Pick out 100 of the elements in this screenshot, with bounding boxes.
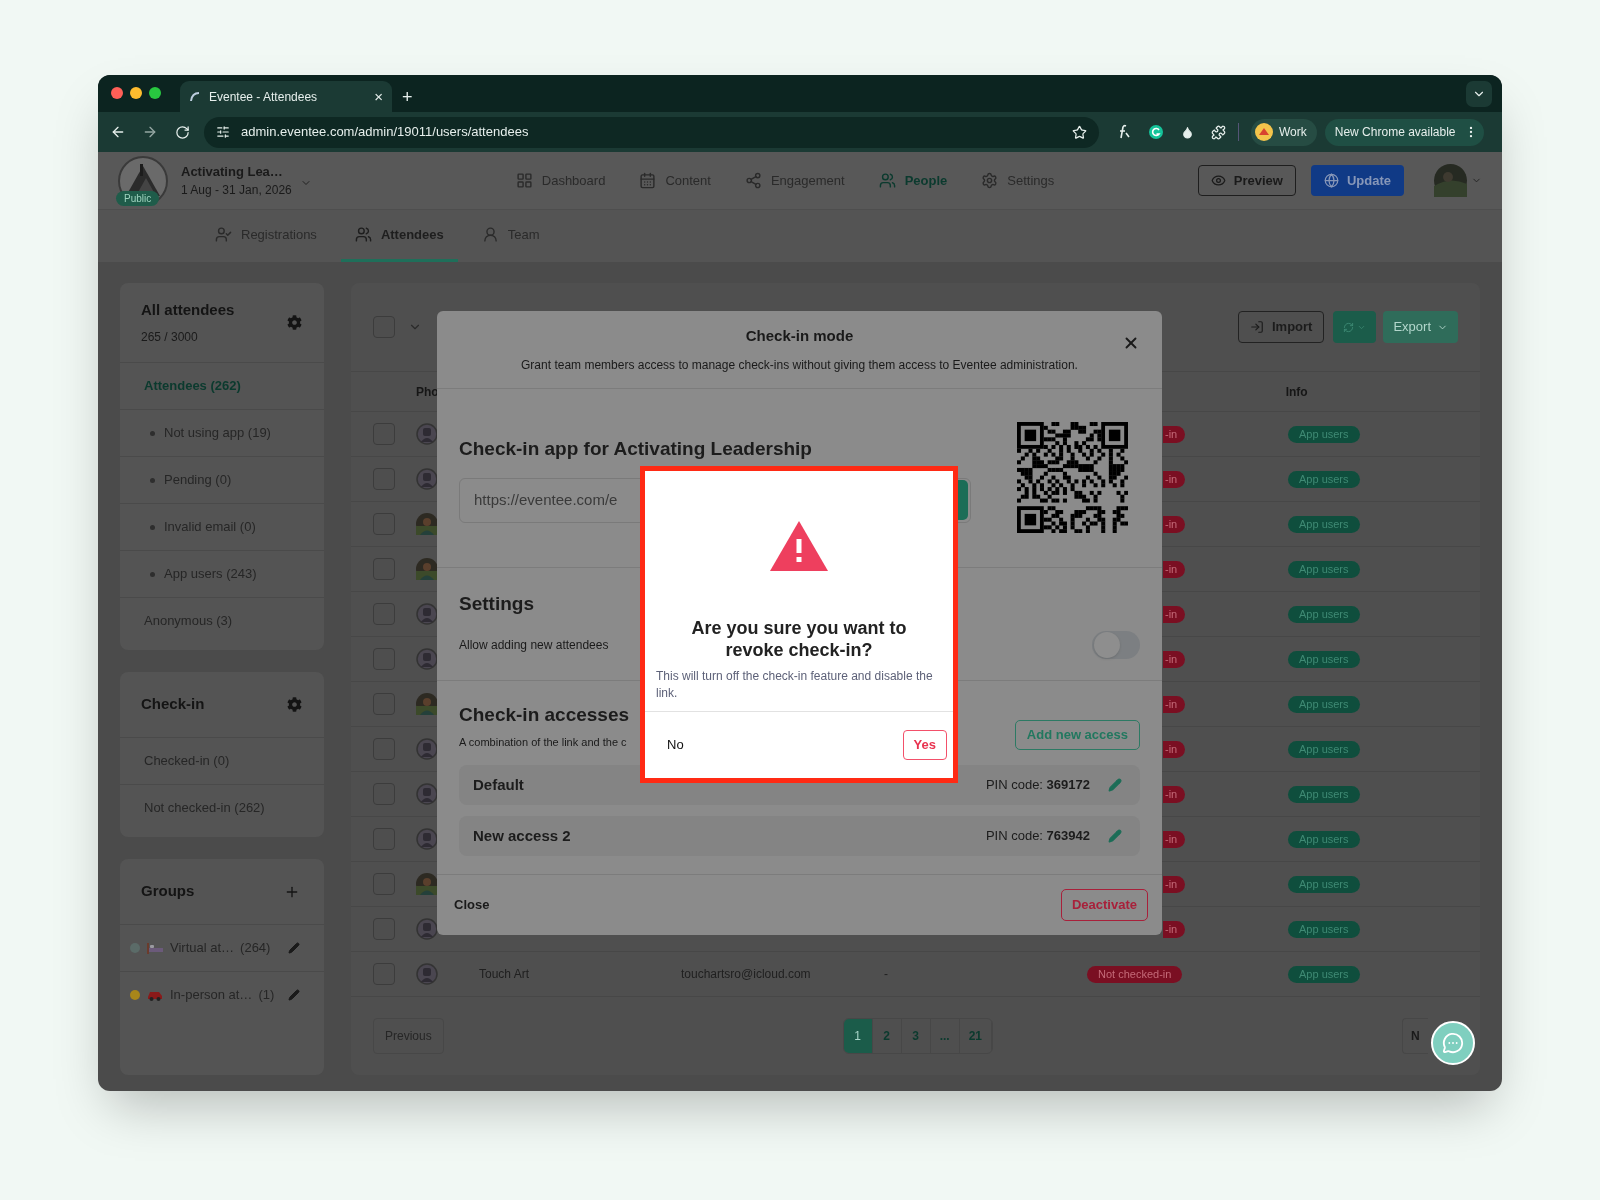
avatar-icon (416, 423, 438, 445)
avatar-icon (416, 603, 438, 625)
sync-button[interactable] (1333, 311, 1377, 343)
browser-tab[interactable]: Eventee - Attendees × (180, 81, 392, 112)
yes-button[interactable]: Yes (902, 730, 947, 760)
export-button[interactable]: Export (1383, 311, 1458, 343)
panel-title: All attendees (141, 300, 235, 321)
settings-icon[interactable] (287, 697, 302, 712)
info-tag: App users (1288, 425, 1360, 443)
info-tag: App users (1288, 650, 1360, 668)
status-tag: -in (1163, 920, 1186, 938)
info-tag: App users (1288, 695, 1360, 713)
toggle-switch[interactable] (1092, 630, 1140, 659)
nav-tab[interactable]: People (878, 170, 948, 191)
info-tag: App users (1288, 515, 1360, 533)
info-tag: App users (1288, 830, 1360, 848)
avatar-icon (416, 783, 438, 805)
grid-icon (515, 172, 533, 189)
bed-icon (147, 942, 163, 954)
status-tag: Not checked-in (1087, 965, 1183, 983)
minimize-window-icon[interactable] (130, 86, 142, 99)
address-bar[interactable]: admin.eventee.com/admin/19011/users/attendees (204, 116, 1099, 148)
forward-icon[interactable] (142, 124, 158, 140)
status-tag: -in (1163, 470, 1186, 488)
close-button[interactable]: Close (454, 895, 490, 915)
bullet-icon (150, 477, 155, 483)
settings-icon (981, 172, 999, 189)
people-icon (878, 172, 896, 189)
edit-icon[interactable] (288, 989, 300, 1001)
panel-title: Check-in (141, 694, 205, 715)
add-access-button[interactable]: Add new access (1014, 720, 1140, 750)
tab-close-button[interactable]: × (374, 89, 383, 104)
bullet-icon (150, 571, 155, 577)
calendar-icon (639, 172, 657, 189)
page-button[interactable]: 21 (959, 1019, 993, 1053)
avatar-icon (416, 918, 438, 940)
status-tag: -in (1163, 785, 1186, 803)
info-tag: App users (1288, 740, 1360, 758)
no-button[interactable]: No (667, 735, 684, 755)
chat-icon (1442, 1032, 1464, 1054)
section-title: Check-in app for Activating Leadership (459, 437, 813, 461)
attendee-count: 265 / 3000 (141, 328, 199, 346)
bullet-icon (150, 430, 155, 436)
edit-icon[interactable] (1108, 778, 1122, 792)
page-button[interactable]: 1 (843, 1019, 873, 1053)
globe-icon (1323, 173, 1339, 188)
car-icon (147, 989, 163, 1001)
new-tab-button[interactable]: + (402, 88, 413, 106)
maximize-window-icon[interactable] (149, 86, 161, 99)
section-title: Check-in accesses (459, 703, 630, 727)
tab-search-button[interactable] (1466, 81, 1492, 107)
modal-subtitle: Grant team members access to manage check-ins without giving them access to Eventee administration. (521, 357, 1078, 375)
sync-icon (1343, 321, 1355, 333)
sidebar-item[interactable]: Attendees (262) (144, 376, 241, 396)
access-name: Default (473, 774, 525, 795)
bookmark-star-icon[interactable] (1072, 124, 1087, 140)
info-tag: App users (1288, 965, 1360, 983)
info-tag: App users (1288, 560, 1360, 578)
status-tag: -in (1163, 605, 1186, 623)
puzzle-icon[interactable] (1211, 124, 1226, 140)
preview-button[interactable]: Preview (1197, 165, 1296, 196)
dialog-title: Are you sure you want to revoke check-in? (690, 617, 908, 661)
user-icon (481, 226, 499, 243)
eye-icon (1210, 173, 1226, 188)
avatar-icon (416, 963, 438, 985)
page-button[interactable]: ... (930, 1019, 960, 1053)
status-tag: -in (1163, 515, 1186, 533)
edit-icon[interactable] (1108, 829, 1122, 843)
status-tag: -in (1163, 650, 1186, 668)
deactivate-button[interactable]: Deactivate (1060, 889, 1148, 921)
profile-chip[interactable]: Work (1251, 118, 1317, 146)
people-icon (354, 226, 372, 243)
status-tag: -in (1163, 560, 1186, 578)
droplet-icon[interactable] (1181, 125, 1194, 139)
status-tag: -in (1163, 830, 1186, 848)
dialog-message: This will turn off the check-in feature and disable the link. (655, 668, 934, 702)
panel-title: Groups (141, 881, 195, 902)
event-dates: 1 Aug - 31 Jan, 2026 (181, 181, 292, 199)
section-description: A combination of the link and the c (459, 734, 628, 750)
settings-icon[interactable] (287, 315, 302, 330)
extension-icon[interactable] (1148, 124, 1164, 140)
import-icon (1249, 320, 1264, 334)
bullet-icon (150, 524, 155, 530)
update-button[interactable]: Update (1310, 165, 1404, 196)
info-tag: App users (1288, 920, 1360, 938)
toggle-label: Allow adding new attendees (459, 636, 609, 654)
event-name: Activating Lea… (181, 162, 284, 181)
page-button[interactable]: 3 (901, 1019, 931, 1053)
warning-icon (770, 521, 828, 571)
reload-icon[interactable] (175, 124, 190, 140)
back-icon[interactable] (110, 124, 126, 140)
pin-code: PIN code: 369172 (985, 776, 1090, 795)
close-window-icon[interactable] (111, 86, 123, 99)
section-title: Settings (459, 592, 535, 616)
update-chip[interactable]: New Chrome available (1324, 118, 1484, 146)
edit-icon[interactable] (288, 942, 300, 954)
page-button[interactable]: 2 (872, 1019, 902, 1053)
status-tag: -in (1163, 695, 1186, 713)
info-tag: App users (1288, 470, 1360, 488)
pin-code: PIN code: 763942 (985, 827, 1090, 846)
